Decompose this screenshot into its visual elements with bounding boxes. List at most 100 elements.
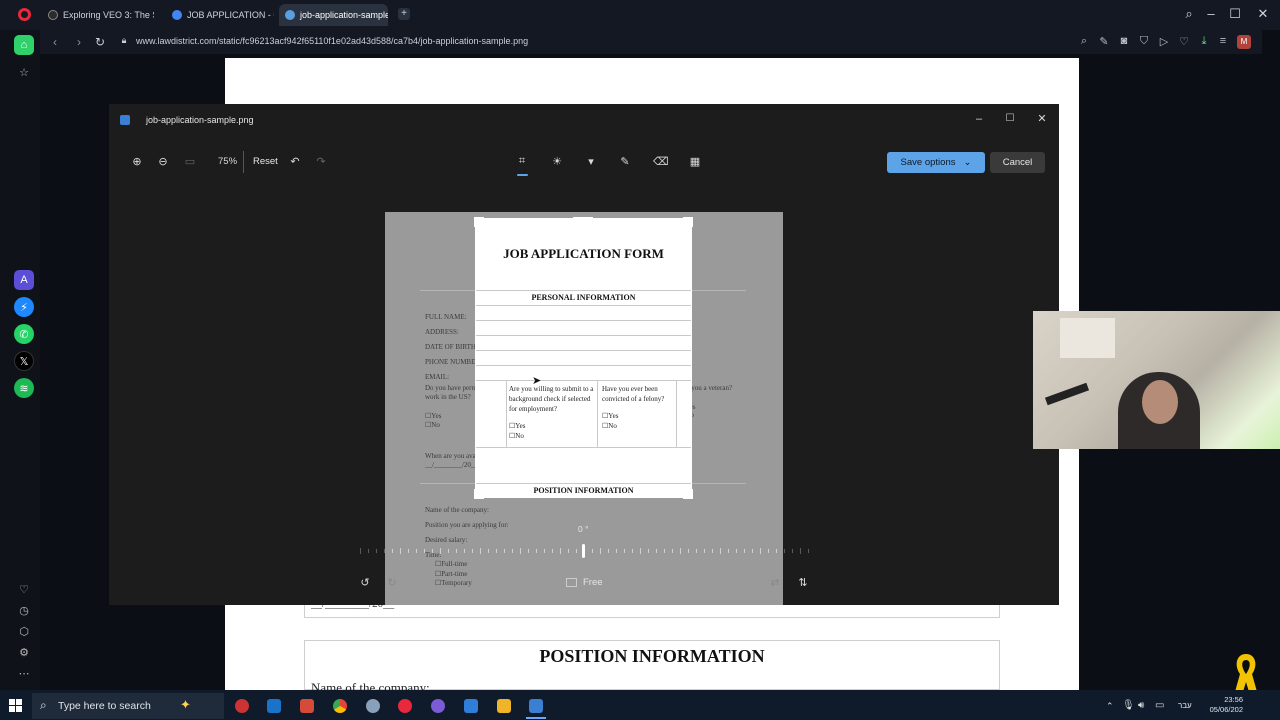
history-icon[interactable]: ◷ (14, 600, 34, 620)
crop-handle-bottom-right[interactable] (683, 489, 693, 499)
taskbar-steam-icon[interactable] (267, 699, 281, 713)
undo-icon[interactable]: ↶ (288, 155, 302, 168)
extensions-cube-icon[interactable]: ⬡ (14, 621, 34, 641)
rotate-left-icon[interactable]: ↺ (358, 576, 372, 589)
rotate-right-icon[interactable]: ↻ (385, 576, 399, 589)
search-tabs-icon[interactable]: ⌕ (1180, 6, 1198, 22)
messenger-icon[interactable]: ⚡ (14, 297, 34, 317)
taskbar-app-grey-icon[interactable] (366, 699, 380, 713)
rotation-tick (768, 549, 769, 553)
downloads-icon[interactable]: ⤓ (1197, 35, 1211, 48)
reset-button[interactable]: Reset (253, 156, 278, 167)
whatsapp-icon[interactable]: ✆ (14, 324, 34, 344)
rotation-tick (808, 549, 809, 553)
spotify-icon[interactable]: ≋ (14, 378, 34, 398)
rotation-tick (408, 549, 409, 553)
taskbar-store-icon[interactable] (300, 699, 314, 713)
rotation-slider-knob[interactable] (582, 544, 585, 558)
close-icon[interactable]: ✕ (1254, 6, 1272, 22)
tray-volume-icon[interactable]: 🔊︎ (1138, 700, 1144, 711)
shield-icon[interactable]: ⛉ (1137, 35, 1151, 48)
heart-icon[interactable]: ♡ (1177, 35, 1191, 48)
tray-language[interactable]: עבר (1178, 701, 1192, 710)
rotation-tick (552, 549, 553, 553)
profile-avatar[interactable]: M (1237, 35, 1251, 49)
tab-exploring-veo[interactable]: Exploring VEO 3: The Scan (42, 4, 154, 26)
opera-logo-icon[interactable] (18, 8, 31, 21)
zoom-out-icon[interactable]: ⊖ (156, 155, 170, 168)
play-icon[interactable]: ▷ (1157, 35, 1171, 48)
flip-horizontal-icon[interactable]: ⇄ (768, 576, 782, 589)
fit-to-window-icon[interactable]: ▭ (183, 155, 197, 168)
crop-handle-top-right[interactable] (683, 217, 693, 227)
rotation-tick (720, 548, 721, 554)
crop-handle-top-left[interactable] (474, 217, 484, 227)
background-blur-icon[interactable]: ▦ (688, 155, 702, 168)
settings-gear-icon[interactable]: ⚙ (14, 642, 34, 662)
crop-handle-bottom-left[interactable] (474, 489, 484, 499)
redo-icon[interactable]: ↷ (314, 155, 328, 168)
active-app-indicator (526, 717, 546, 719)
forward-icon[interactable]: › (72, 35, 86, 49)
aspect-ratio-button[interactable]: Free (566, 577, 603, 588)
tray-network-icon[interactable]: ▭ (1155, 700, 1164, 711)
crop-tool-icon[interactable]: ⌗ (515, 155, 529, 168)
zoom-in-icon[interactable]: ⊕ (130, 155, 144, 168)
editor-minimize-icon[interactable]: – (973, 113, 985, 125)
reload-icon[interactable]: ↻ (93, 35, 107, 49)
taskbar-app-blue-icon[interactable] (464, 699, 478, 713)
erase-icon[interactable]: ⌫ (653, 155, 669, 168)
windows-start-icon[interactable] (9, 699, 22, 712)
page-date-row (304, 604, 1000, 618)
more-dots-icon[interactable]: ⋯ (14, 663, 34, 683)
taskbar-app-red-icon[interactable] (235, 699, 249, 713)
table-line (476, 483, 691, 484)
rotation-tick (512, 549, 513, 553)
crop-handle-top[interactable] (573, 217, 593, 219)
taskbar-opera-icon[interactable] (398, 699, 412, 713)
x-twitter-icon[interactable]: 𝕏 (14, 351, 34, 371)
taskbar-file-explorer-icon[interactable] (497, 699, 511, 713)
rotation-slider[interactable] (360, 548, 810, 554)
tray-clock[interactable]: 23:56 05/06/202 (1195, 695, 1243, 715)
question-felony: Have you ever been convicted of a felony… (602, 385, 665, 403)
editor-maximize-icon[interactable]: ☐ (1004, 113, 1016, 124)
adjust-brightness-icon[interactable]: ☀ (550, 155, 564, 168)
editor-close-icon[interactable]: ✕ (1036, 112, 1048, 125)
save-options-button[interactable]: Save options ⌄ (887, 152, 985, 173)
search-highlight-sparkle-icon[interactable]: ✦ (180, 697, 191, 713)
table-col-line (506, 381, 507, 447)
tray-chevron-up-icon[interactable]: ⌃ (1106, 701, 1114, 712)
bookmark-star-icon[interactable]: ☆ (14, 62, 34, 82)
home-icon[interactable]: ⌂ (14, 35, 34, 55)
menu-icon[interactable]: ≡ (1216, 35, 1230, 47)
favorites-heart-icon[interactable]: ♡ (14, 579, 34, 599)
new-tab-plus-icon[interactable]: + (398, 8, 410, 20)
minimize-icon[interactable]: – (1202, 6, 1220, 21)
taskbar-app-purple-icon[interactable] (431, 699, 445, 713)
aria-ai-icon[interactable]: A (14, 270, 34, 290)
taskbar-search-input[interactable]: Type here to search (32, 693, 224, 719)
back-icon[interactable]: ‹ (48, 35, 62, 49)
camera-icon[interactable]: ◙ (1117, 35, 1131, 47)
draw-pen-icon[interactable]: ✎ (618, 155, 632, 168)
url-input[interactable]: www.lawdistrict.com/static/fc96213acf942… (136, 36, 528, 46)
rotation-tick (520, 548, 521, 554)
edit-icon[interactable]: ✎ (1097, 35, 1111, 48)
rotation-tick (536, 549, 537, 553)
toolbar-divider (243, 151, 244, 173)
tab-job-application-docs[interactable]: JOB APPLICATION - Goog (166, 4, 274, 26)
taskbar-search-icon: ⌕ (40, 698, 47, 712)
search-page-icon[interactable]: ⌕ (1077, 35, 1091, 48)
tab-job-application-sample[interactable]: job-application-sample.p (279, 4, 388, 26)
taskbar-chrome-icon[interactable] (333, 699, 347, 713)
cancel-button[interactable]: Cancel (990, 152, 1045, 173)
tray-microphone-icon[interactable]: 🎙︎ (1122, 700, 1135, 711)
rotation-tick (800, 548, 801, 554)
flip-vertical-icon[interactable]: ⇅ (796, 576, 810, 589)
rotation-tick (384, 549, 385, 553)
taskbar-photos-icon[interactable] (529, 699, 543, 713)
markup-marker-icon[interactable]: ▾ (584, 155, 598, 168)
rotation-tick (712, 549, 713, 553)
maximize-icon[interactable]: ☐ (1226, 6, 1244, 22)
